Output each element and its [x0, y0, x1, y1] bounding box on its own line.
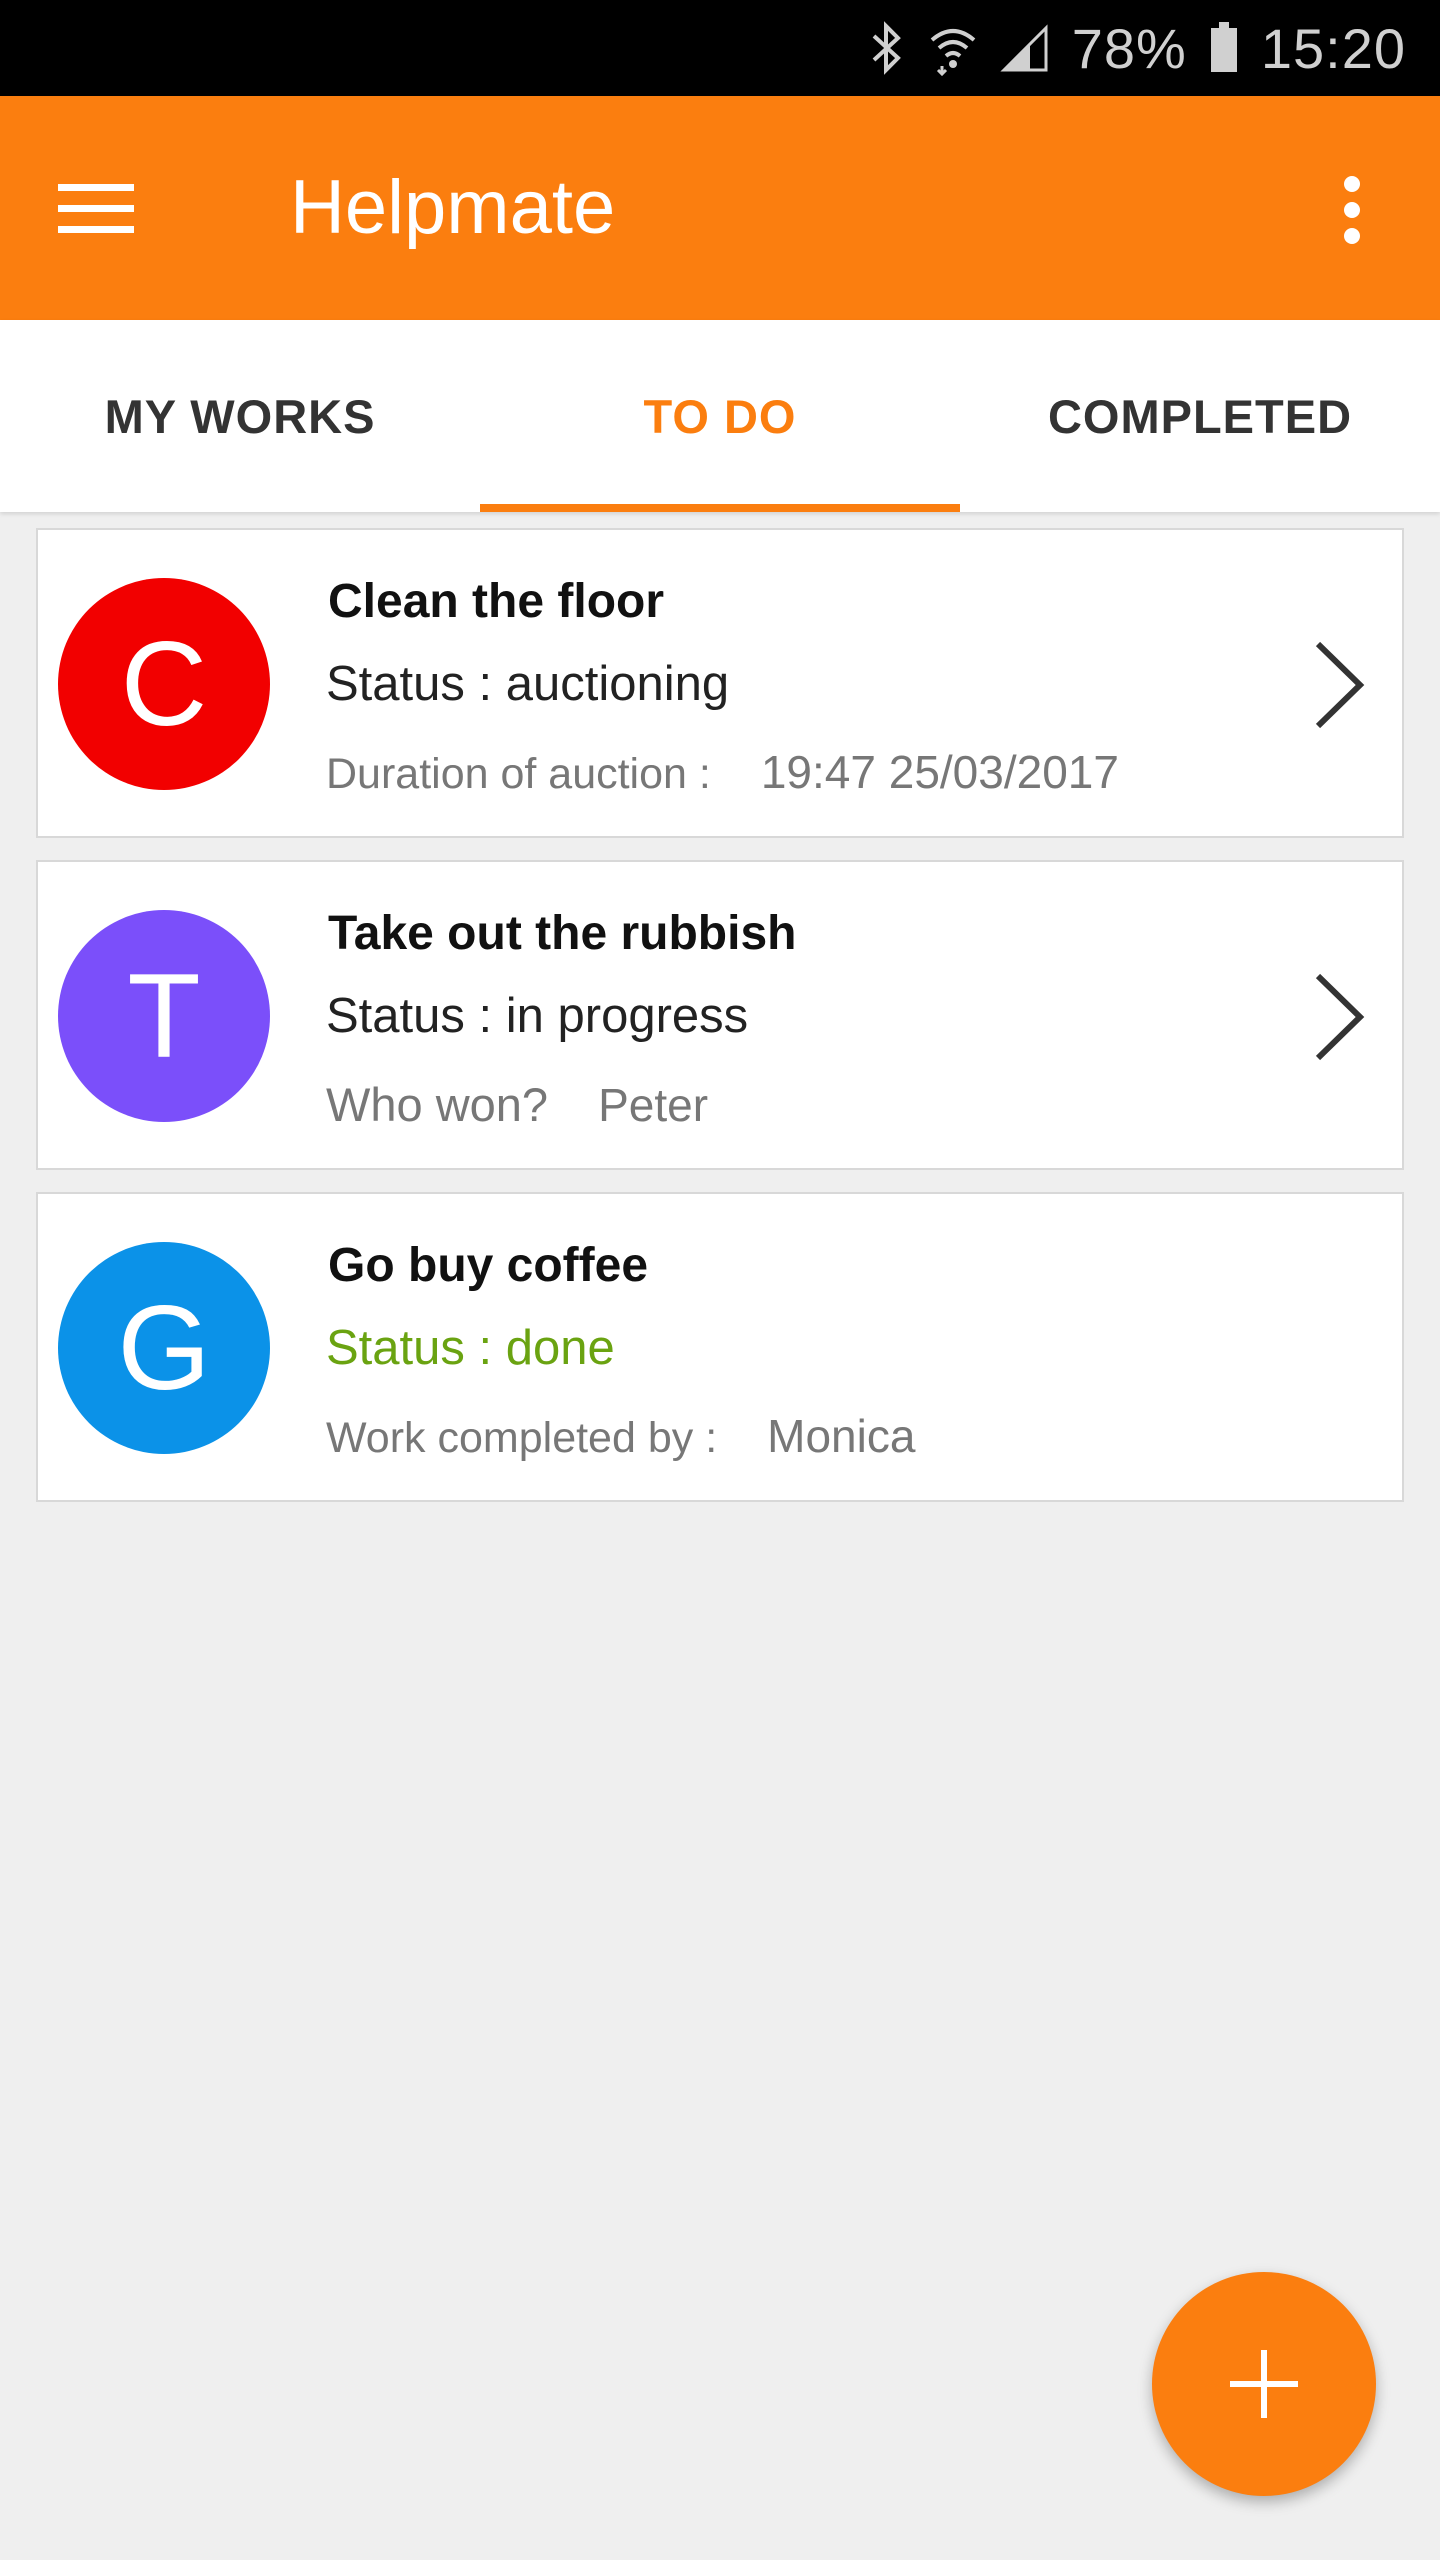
clock: 15:20 [1260, 16, 1406, 80]
task-card[interactable]: G Go buy coffee Status : done Work compl… [36, 1192, 1404, 1502]
task-detail: Who won? Peter [326, 1077, 708, 1132]
task-card[interactable]: T Take out the rubbish Status : in progr… [36, 860, 1404, 1170]
app-bar: Helpmate [0, 96, 1440, 320]
more-vertical-icon[interactable] [1320, 174, 1384, 254]
task-detail-value: Monica [767, 1410, 916, 1462]
chevron-right-icon[interactable] [1312, 972, 1366, 1062]
avatar: T [58, 910, 270, 1122]
tab-indicator [480, 504, 960, 512]
wifi-icon [930, 29, 976, 76]
status-bar: 78% 15:20 [0, 0, 1440, 96]
task-detail-value: 19:47 25/03/2017 [760, 746, 1119, 798]
menu-icon[interactable] [48, 174, 144, 244]
task-detail: Work completed by : Monica [326, 1409, 915, 1463]
task-title: Take out the rubbish [328, 907, 797, 960]
tab-completed[interactable]: COMPLETED [960, 320, 1440, 512]
task-detail-label: Duration of auction : [326, 750, 711, 798]
task-detail-value: Peter [598, 1079, 709, 1131]
task-detail-label: Who won? [326, 1078, 549, 1131]
avatar: C [58, 578, 270, 790]
task-card[interactable]: C Clean the floor Status : auctioning Du… [36, 528, 1404, 838]
battery-percent: 78% [1071, 16, 1187, 80]
page-title: Helpmate [290, 165, 616, 250]
avatar-initial: C [120, 617, 208, 751]
task-title: Clean the floor [328, 575, 665, 628]
task-detail-label: Work completed by : [326, 1414, 718, 1462]
task-status: Status : in progress [326, 989, 749, 1043]
avatar-initial: T [127, 949, 201, 1083]
chevron-right-icon[interactable] [1312, 640, 1366, 730]
battery-icon [1210, 22, 1237, 72]
signal-icon [1000, 24, 1048, 72]
task-status: Status : auctioning [326, 657, 730, 711]
add-task-button[interactable] [1152, 2272, 1376, 2496]
avatar: G [58, 1242, 270, 1454]
bluetooth-icon [872, 21, 901, 75]
tab-bar: MY WORKS TO DO COMPLETED [0, 320, 1440, 512]
task-detail: Duration of auction : 19:47 25/03/2017 [326, 745, 1119, 799]
tab-to-do-label: TO DO [643, 389, 797, 443]
plus-icon [1230, 2350, 1298, 2418]
task-title: Go buy coffee [328, 1239, 649, 1292]
tab-my-works[interactable]: MY WORKS [0, 320, 480, 512]
tab-to-do[interactable]: TO DO [480, 320, 960, 512]
task-status: Status : done [326, 1321, 615, 1375]
avatar-initial: G [117, 1281, 211, 1415]
